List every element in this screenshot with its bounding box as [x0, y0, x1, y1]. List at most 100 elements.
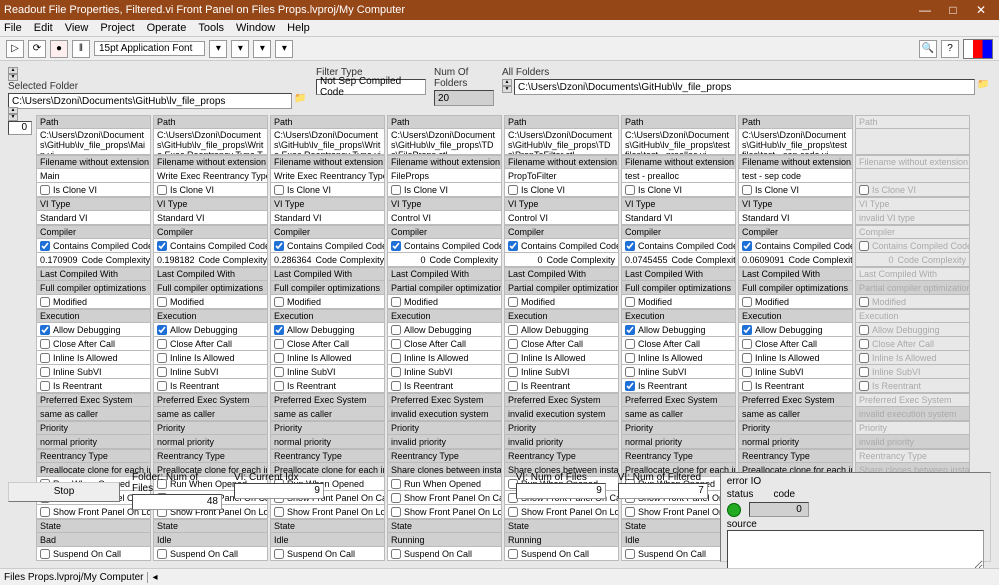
modified-checkbox[interactable]: Modified [270, 295, 385, 309]
allow-debug-checkbox[interactable]: Allow Debugging [504, 323, 619, 337]
reentrant-checkbox[interactable]: Is Reentrant [855, 379, 970, 393]
maximize-button[interactable]: □ [939, 3, 967, 17]
reentrant-checkbox[interactable]: Is Reentrant [36, 379, 151, 393]
filter-type-value[interactable]: Not Sep Compiled Code [316, 79, 426, 95]
inline-subvi-checkbox[interactable]: Inline SubVI [855, 365, 970, 379]
compiled-code-checkbox[interactable]: Contains Compiled Code [621, 239, 736, 253]
allow-debug-checkbox[interactable]: Allow Debugging [270, 323, 385, 337]
vitype-header: VI Type [387, 197, 502, 211]
reentrant-checkbox[interactable]: Is Reentrant [270, 379, 385, 393]
close-button[interactable]: ✕ [967, 3, 995, 17]
all-folders-stepper[interactable]: ▲▼ [502, 79, 512, 95]
reentrant-checkbox[interactable]: Is Reentrant [504, 379, 619, 393]
array-index-stepper[interactable]: ▲▼ [8, 107, 18, 121]
is-clone-checkbox[interactable]: Is Clone VI [387, 183, 502, 197]
inline-allowed-checkbox[interactable]: Inline Is Allowed [153, 351, 268, 365]
close-after-call-checkbox[interactable]: Close After Call [387, 337, 502, 351]
reentrant-checkbox[interactable]: Is Reentrant [387, 379, 502, 393]
compiled-code-checkbox[interactable]: Contains Compiled Code [153, 239, 268, 253]
modified-checkbox[interactable]: Modified [621, 295, 736, 309]
close-after-call-checkbox[interactable]: Close After Call [270, 337, 385, 351]
allow-debug-checkbox[interactable]: Allow Debugging [36, 323, 151, 337]
help-toggle-button[interactable]: ? [941, 40, 959, 58]
menu-project[interactable]: Project [100, 22, 134, 34]
close-after-call-checkbox[interactable]: Close After Call [504, 337, 619, 351]
browse-folder-icon[interactable]: 📁 [294, 93, 308, 105]
inline-allowed-checkbox[interactable]: Inline Is Allowed [738, 351, 853, 365]
allow-debug-checkbox[interactable]: Allow Debugging [387, 323, 502, 337]
allow-debug-checkbox[interactable]: Allow Debugging [621, 323, 736, 337]
distribute-button[interactable]: ▾ [231, 40, 249, 58]
array-index[interactable]: 0 [8, 121, 32, 135]
reorder-button[interactable]: ▾ [275, 40, 293, 58]
modified-checkbox[interactable]: Modified [36, 295, 151, 309]
inline-subvi-checkbox[interactable]: Inline SubVI [153, 365, 268, 379]
inline-allowed-checkbox[interactable]: Inline Is Allowed [270, 351, 385, 365]
is-clone-checkbox[interactable]: Is Clone VI [36, 183, 151, 197]
align-button[interactable]: ▾ [209, 40, 227, 58]
inline-subvi-checkbox[interactable]: Inline SubVI [738, 365, 853, 379]
compiled-code-checkbox[interactable]: Contains Compiled Code [36, 239, 151, 253]
close-after-call-checkbox[interactable]: Close After Call [36, 337, 151, 351]
allow-debug-checkbox[interactable]: Allow Debugging [738, 323, 853, 337]
close-after-call-checkbox[interactable]: Close After Call [153, 337, 268, 351]
menu-window[interactable]: Window [236, 22, 275, 34]
close-after-call-checkbox[interactable]: Close After Call [855, 337, 970, 351]
inline-allowed-checkbox[interactable]: Inline Is Allowed [504, 351, 619, 365]
menu-tools[interactable]: Tools [198, 22, 224, 34]
close-after-call-checkbox[interactable]: Close After Call [621, 337, 736, 351]
inline-allowed-checkbox[interactable]: Inline Is Allowed [387, 351, 502, 365]
is-clone-checkbox[interactable]: Is Clone VI [738, 183, 853, 197]
font-selector[interactable]: 15pt Application Font [94, 41, 205, 56]
reentrant-checkbox[interactable]: Is Reentrant [738, 379, 853, 393]
inline-subvi-checkbox[interactable]: Inline SubVI [504, 365, 619, 379]
close-after-call-checkbox[interactable]: Close After Call [738, 337, 853, 351]
resize-button[interactable]: ▾ [253, 40, 271, 58]
abort-button[interactable]: ● [50, 40, 68, 58]
inline-allowed-checkbox[interactable]: Inline Is Allowed [621, 351, 736, 365]
is-clone-checkbox[interactable]: Is Clone VI [855, 183, 970, 197]
vi-icon[interactable] [963, 39, 993, 59]
is-clone-checkbox[interactable]: Is Clone VI [270, 183, 385, 197]
compiled-code-checkbox[interactable]: Contains Compiled Code [270, 239, 385, 253]
reentrant-checkbox[interactable]: Is Reentrant [621, 379, 736, 393]
compiled-code-checkbox[interactable]: Contains Compiled Code [855, 239, 970, 253]
modified-checkbox[interactable]: Modified [855, 295, 970, 309]
browse-all-folder-icon[interactable]: 📁 [977, 79, 991, 91]
pause-button[interactable]: ‖ [72, 40, 90, 58]
reentrant-checkbox[interactable]: Is Reentrant [153, 379, 268, 393]
search-button[interactable]: 🔍 [919, 40, 937, 58]
inline-allowed-checkbox[interactable]: Inline Is Allowed [36, 351, 151, 365]
inline-subvi-checkbox[interactable]: Inline SubVI [387, 365, 502, 379]
filename-value: test - prealloc [621, 169, 736, 183]
error-source-text[interactable] [727, 530, 984, 568]
allow-debug-checkbox[interactable]: Allow Debugging [855, 323, 970, 337]
inline-subvi-checkbox[interactable]: Inline SubVI [36, 365, 151, 379]
compiled-code-checkbox[interactable]: Contains Compiled Code [504, 239, 619, 253]
inline-allowed-checkbox[interactable]: Inline Is Allowed [855, 351, 970, 365]
run-cont-button[interactable]: ⟳ [28, 40, 46, 58]
inline-subvi-checkbox[interactable]: Inline SubVI [621, 365, 736, 379]
minimize-button[interactable]: — [911, 3, 939, 17]
menu-operate[interactable]: Operate [147, 22, 187, 34]
compiled-code-checkbox[interactable]: Contains Compiled Code [387, 239, 502, 253]
index-stepper[interactable]: ▲▼ [8, 67, 306, 81]
status-chevron-left-icon[interactable]: ◂ [147, 572, 157, 583]
modified-checkbox[interactable]: Modified [153, 295, 268, 309]
modified-checkbox[interactable]: Modified [387, 295, 502, 309]
allow-debug-checkbox[interactable]: Allow Debugging [153, 323, 268, 337]
is-clone-checkbox[interactable]: Is Clone VI [621, 183, 736, 197]
modified-checkbox[interactable]: Modified [504, 295, 619, 309]
is-clone-checkbox[interactable]: Is Clone VI [504, 183, 619, 197]
compiled-code-checkbox[interactable]: Contains Compiled Code [738, 239, 853, 253]
is-clone-checkbox[interactable]: Is Clone VI [153, 183, 268, 197]
menu-file[interactable]: File [4, 22, 22, 34]
inline-subvi-checkbox[interactable]: Inline SubVI [270, 365, 385, 379]
menu-view[interactable]: View [65, 22, 89, 34]
menu-edit[interactable]: Edit [34, 22, 53, 34]
modified-checkbox[interactable]: Modified [738, 295, 853, 309]
stop-button[interactable]: Stop [8, 482, 120, 502]
execution-header: Execution [738, 309, 853, 323]
menu-help[interactable]: Help [287, 22, 310, 34]
run-button[interactable]: ▷ [6, 40, 24, 58]
